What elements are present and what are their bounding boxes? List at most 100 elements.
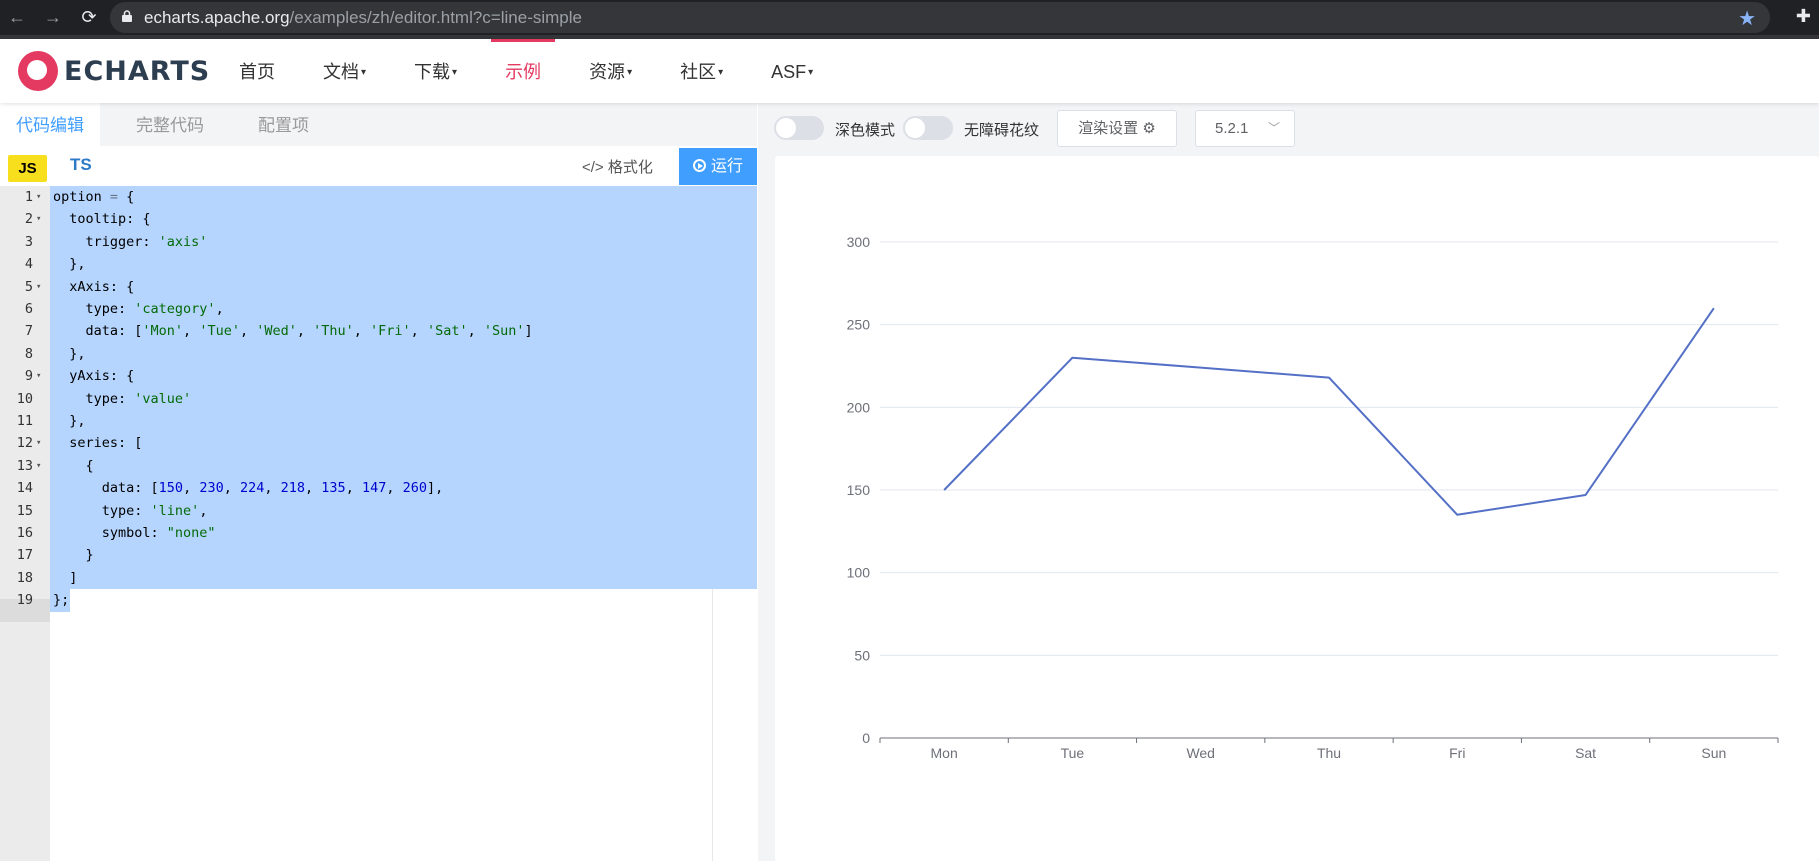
code-text: yAxis: { [53, 365, 134, 388]
nav-item-6[interactable]: ASF▾ [747, 39, 837, 103]
editor-tabs: 代码编辑 完整代码 配置项 [0, 103, 757, 146]
line-number: 18 [0, 567, 33, 590]
tab-options[interactable]: 配置项 [242, 103, 325, 146]
run-button[interactable]: 运行 [679, 148, 757, 185]
nav-item-3[interactable]: 示例 [481, 39, 565, 103]
nav-label: 文档 [323, 62, 359, 82]
code-icon: </> [582, 159, 604, 176]
line-number: 9 [0, 365, 33, 388]
print-margin [712, 589, 713, 861]
code-text: type: 'value' [53, 388, 191, 411]
x-tick-label: Thu [1317, 745, 1341, 761]
code-text: type: 'category', [53, 298, 224, 321]
version-value: 5.2.1 [1215, 120, 1248, 137]
line-number: 15 [0, 500, 33, 523]
code-line: 2▾ tooltip: { [0, 208, 757, 231]
line-number: 16 [0, 522, 33, 545]
line-number: 13 [0, 455, 33, 478]
code-line: 18 ] [0, 567, 757, 590]
code-line: 11 }, [0, 410, 757, 433]
address-bar[interactable]: echarts.apache.org/examples/zh/editor.ht… [110, 2, 1770, 33]
code-text: tooltip: { [53, 208, 151, 231]
decal-toggle[interactable] [903, 116, 953, 140]
dark-mode-toggle[interactable] [774, 116, 824, 140]
url-text: echarts.apache.org/examples/zh/editor.ht… [144, 8, 582, 28]
fold-arrow-icon[interactable]: ▾ [36, 186, 41, 209]
caret-down-icon: ▾ [627, 67, 632, 78]
code-text: option = { [53, 186, 134, 209]
code-text: }, [53, 410, 86, 433]
code-text: data: ['Mon', 'Tue', 'Wed', 'Thu', 'Fri'… [53, 320, 533, 343]
fold-arrow-icon[interactable]: ▾ [36, 455, 41, 478]
line-number: 4 [0, 253, 33, 276]
line-number: 6 [0, 298, 33, 321]
x-tick-label: Tue [1061, 745, 1085, 761]
line-number: 7 [0, 320, 33, 343]
line-number: 17 [0, 544, 33, 567]
fold-arrow-icon[interactable]: ▾ [36, 276, 41, 299]
line-number: 5 [0, 276, 33, 299]
star-icon[interactable]: ★ [1738, 6, 1756, 31]
js-language-button[interactable]: JS [8, 155, 47, 182]
format-button[interactable]: </> 格式化 [582, 156, 653, 177]
puzzle-icon[interactable]: ✚ [1796, 6, 1811, 27]
y-tick-label: 200 [847, 399, 871, 415]
reload-icon[interactable]: ⟳ [76, 4, 102, 30]
line-number: 14 [0, 477, 33, 500]
language-bar: JS TS </> 格式化 运行 [0, 146, 757, 186]
y-tick-label: 300 [847, 234, 871, 250]
nav-label: 社区 [680, 62, 716, 82]
nav-item-1[interactable]: 文档▾ [299, 39, 390, 103]
fold-arrow-icon[interactable]: ▾ [36, 365, 41, 388]
decal-label: 无障碍花纹 [964, 119, 1039, 140]
x-tick-label: Sun [1701, 745, 1726, 761]
caret-down-icon: ▾ [452, 67, 457, 78]
code-line: 9▾ yAxis: { [0, 365, 757, 388]
main-nav: 首页文档▾下载▾示例资源▾社区▾ASF▾ [215, 39, 837, 103]
tab-full-code[interactable]: 完整代码 [120, 103, 220, 146]
tab-code-edit[interactable]: 代码编辑 [0, 103, 100, 146]
x-tick-label: Mon [931, 745, 958, 761]
format-label: 格式化 [608, 159, 653, 176]
code-line: 15 type: 'line', [0, 500, 757, 523]
code-text: }, [53, 343, 86, 366]
chart-container[interactable]: 050100150200250300MonTueWedThuFriSatSun [775, 156, 1819, 861]
code-line: 4 }, [0, 253, 757, 276]
code-text: } [53, 544, 94, 567]
x-tick-label: Sat [1575, 745, 1596, 761]
code-line: 6 type: 'category', [0, 298, 757, 321]
forward-icon[interactable]: → [40, 4, 66, 30]
browser-toolbar: ← → ⟳ echarts.apache.org/examples/zh/edi… [0, 0, 1819, 35]
nav-item-2[interactable]: 下载▾ [390, 39, 481, 103]
fold-arrow-icon[interactable]: ▾ [36, 432, 41, 455]
nav-item-4[interactable]: 资源▾ [565, 39, 656, 103]
version-select[interactable]: 5.2.1﹀ [1195, 110, 1295, 147]
y-tick-label: 250 [847, 317, 871, 333]
code-text: }; [53, 589, 69, 612]
code-text: { [53, 455, 94, 478]
code-line: 1▾option = { [0, 186, 757, 209]
code-text: type: 'line', [53, 500, 207, 523]
nav-item-0[interactable]: 首页 [215, 39, 299, 103]
line-number: 8 [0, 343, 33, 366]
code-editor[interactable]: 1▾option = {2▾ tooltip: {3 trigger: 'axi… [0, 186, 757, 861]
render-settings-button[interactable]: 渲染设置 ⚙ [1057, 110, 1177, 147]
nav-label: 下载 [414, 62, 450, 82]
line-chart[interactable]: 050100150200250300MonTueWedThuFriSatSun [775, 156, 1819, 861]
line-number: 10 [0, 388, 33, 411]
play-circle-icon [693, 159, 706, 172]
nav-label: 资源 [589, 62, 625, 82]
code-text: symbol: "none" [53, 522, 216, 545]
x-tick-label: Wed [1186, 745, 1215, 761]
code-line: 13▾ { [0, 455, 757, 478]
fold-arrow-icon[interactable]: ▾ [36, 208, 41, 231]
line-number: 12 [0, 432, 33, 455]
back-icon[interactable]: ← [4, 4, 30, 30]
line-number: 19 [0, 589, 33, 612]
code-text: ] [53, 567, 77, 590]
render-settings-label: 渲染设置 [1078, 120, 1138, 137]
echarts-logo[interactable]: ECHARTS [18, 51, 210, 91]
nav-item-5[interactable]: 社区▾ [656, 39, 747, 103]
code-line: 16 symbol: "none" [0, 522, 757, 545]
ts-language-button[interactable]: TS [70, 155, 92, 175]
